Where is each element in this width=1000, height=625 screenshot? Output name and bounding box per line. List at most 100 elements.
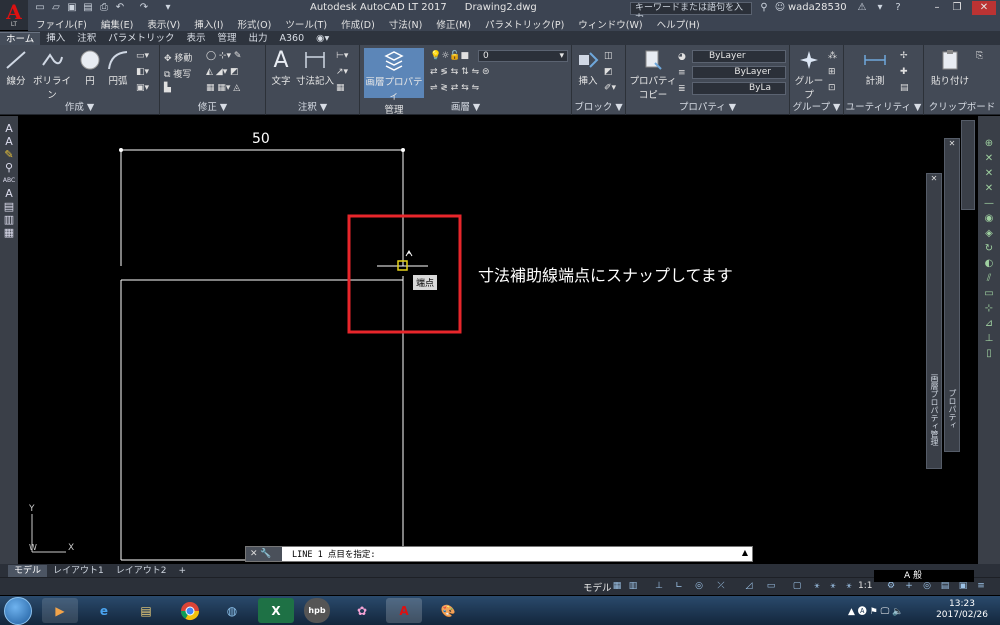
tab-parametric[interactable]: パラメトリック <box>102 32 180 45</box>
line-button[interactable]: 線分 <box>4 49 28 87</box>
menu-modify[interactable]: 修正(M) <box>436 17 471 31</box>
circle-button[interactable]: 円 <box>78 49 102 87</box>
clean-screen-icon[interactable]: ▣ <box>958 581 968 592</box>
close-button[interactable]: ✕ <box>972 1 996 15</box>
current-layer-dropdown[interactable]: 0 ▾ <box>478 50 568 62</box>
table-icon[interactable]: ▦ <box>336 83 345 93</box>
tab-view[interactable]: 表示 <box>180 32 211 45</box>
plus-icon[interactable]: + <box>904 581 914 592</box>
user-name[interactable]: wada28530 <box>788 2 847 13</box>
properties-palette[interactable]: ✕ プロパティ <box>944 138 960 452</box>
snap-tool-icon-4[interactable]: ✕ <box>978 181 1000 196</box>
snap-tool-icon-1[interactable]: ⊕ <box>978 136 1000 151</box>
viewcube-palette[interactable] <box>961 120 975 210</box>
autoscale-icon[interactable]: ⚹ <box>828 581 838 592</box>
move-button[interactable]: ✥ 移動 <box>164 51 192 64</box>
menu-edit[interactable]: 編集(E) <box>101 17 133 31</box>
text-button[interactable]: A 文字 <box>268 49 294 88</box>
paste-button[interactable]: 貼り付け <box>930 49 970 87</box>
mirror-icon[interactable]: ◭ ◢▾ ◩ <box>206 67 239 77</box>
snap-mode-icon[interactable]: ▥ <box>628 581 638 592</box>
undo-icon[interactable]: ↶ <box>114 2 126 14</box>
snap-tool-icon-8[interactable]: ↻ <box>978 241 1000 256</box>
paint-app-icon[interactable]: ✿ <box>344 598 380 623</box>
command-line[interactable]: ✕ 🔧 LINE 1 点目を指定: ▲ <box>245 546 753 562</box>
copy-clip-icon[interactable]: ⎘ <box>976 51 983 61</box>
panel-title-properties[interactable]: プロパティ ▼ <box>626 99 789 113</box>
tab-layout1[interactable]: レイアウト1 <box>47 565 110 577</box>
quick-select-icon[interactable]: ✢ <box>900 51 908 61</box>
copy-button[interactable]: ⧉ 複写 <box>164 67 191 80</box>
info-dropdown-icon[interactable]: ▾ <box>874 2 886 14</box>
palette-close-icon[interactable]: ✕ <box>927 174 941 183</box>
open-file-icon[interactable]: ▱ <box>50 2 62 14</box>
autocad-taskbar-icon[interactable]: A <box>386 598 422 623</box>
attribute-icon[interactable]: ✐▾ <box>604 83 616 93</box>
dimension-button[interactable]: 寸法記入 <box>296 49 334 87</box>
create-block-icon[interactable]: ◫ <box>604 51 613 61</box>
text-style-2-icon[interactable]: A <box>0 135 18 148</box>
hpb-icon[interactable]: hpb <box>304 598 330 623</box>
layer-tool-icon[interactable]: ▦ <box>0 226 18 239</box>
menu-file[interactable]: ファイル(F) <box>36 17 87 31</box>
group-select-icon[interactable]: ⊡ <box>828 83 836 93</box>
add-layout-button[interactable]: + <box>172 565 192 577</box>
text-edit-icon[interactable]: A <box>0 187 18 200</box>
panel-title-annotation[interactable]: 注釈 ▼ <box>266 99 359 113</box>
rectangle-icon[interactable]: ▭▾ <box>136 51 149 61</box>
osnap-tracking-icon[interactable]: ⤫ <box>716 581 726 592</box>
panel-title-clipboard[interactable]: クリップボード <box>924 99 1000 113</box>
hatch-icon[interactable]: ◧▾ <box>136 67 149 77</box>
panel-title-modify[interactable]: 修正 ▼ <box>160 99 265 113</box>
menu-draw[interactable]: 作成(D) <box>341 17 375 31</box>
ribbon-toggle-icon[interactable]: ◉▾ <box>310 32 335 45</box>
snap-tool-icon-11[interactable]: ▭ <box>978 286 1000 301</box>
file-explorer-icon[interactable]: ▤ <box>128 598 164 623</box>
drawing-canvas[interactable] <box>18 116 975 564</box>
excel-icon[interactable]: X <box>258 598 294 623</box>
point-icon[interactable]: ✚ <box>900 67 908 77</box>
layer-properties-button[interactable]: 画層プロパティ 管理 <box>364 48 424 116</box>
panel-title-layers[interactable]: 画層 ▼ <box>360 99 571 113</box>
tab-layout2[interactable]: レイアウト2 <box>110 565 173 577</box>
ime-toolbar[interactable]: A 般 <box>874 570 974 582</box>
panel-title-groups[interactable]: グループ ▼ <box>790 99 843 113</box>
snap-tool-icon-12[interactable]: ⊹ <box>978 301 1000 316</box>
lineweight-display-icon[interactable]: ▭ <box>766 581 776 592</box>
region-icon[interactable]: ▣▾ <box>136 83 149 93</box>
menu-view[interactable]: 表示(V) <box>147 17 180 31</box>
tab-output[interactable]: 出力 <box>243 32 274 45</box>
media-player-icon[interactable]: ▶ <box>42 598 78 623</box>
menu-insert[interactable]: 挿入(I) <box>194 17 223 31</box>
keyword-search-input[interactable]: キーワードまたは語句を入力 <box>630 2 752 24</box>
maximize-button[interactable]: ❐ <box>950 1 964 15</box>
save-as-icon[interactable]: ▤ <box>82 2 94 14</box>
user-icon[interactable]: ☺ <box>774 2 786 14</box>
snap-tool-icon-10[interactable]: ⫽ <box>978 271 1000 286</box>
tab-a360[interactable]: A360 <box>274 32 311 45</box>
help-icon[interactable]: ? <box>892 2 904 14</box>
tab-model[interactable]: モデル <box>8 564 48 577</box>
snap-tool-icon-6[interactable]: ◉ <box>978 211 1000 226</box>
ortho-icon[interactable]: ⊥ <box>654 581 664 592</box>
pencil-icon[interactable]: ✎ <box>0 148 18 161</box>
edit-block-icon[interactable]: ◩ <box>604 67 613 77</box>
lineweight-dropdown[interactable]: ByLa <box>692 82 786 95</box>
tab-annotate[interactable]: 注釈 <box>71 32 102 45</box>
minimize-button[interactable]: – <box>930 1 944 15</box>
thunderbird-icon[interactable]: ◍ <box>214 598 250 623</box>
layer-properties-palette[interactable]: ✕ 画層プロパティ管理 <box>926 173 942 469</box>
system-tray-icons[interactable]: ▲ 🅐 ⚑ 🖵 🔈 <box>848 604 903 617</box>
internet-explorer-icon[interactable]: e <box>86 598 122 623</box>
scale-icon[interactable]: ▦ ▦▾ ◬ <box>206 83 240 93</box>
binoculars-icon[interactable]: ⚲ <box>758 2 770 14</box>
text-style-icon[interactable]: A <box>0 122 18 135</box>
menu-tools[interactable]: ツール(T) <box>285 17 327 31</box>
menu-dimension[interactable]: 寸法(N) <box>389 17 423 31</box>
polar-icon[interactable]: ∟ <box>674 581 684 592</box>
print-icon[interactable]: ⎙ <box>98 2 110 14</box>
new-file-icon[interactable]: ▭ <box>34 2 46 14</box>
color-dropdown[interactable]: ByLayer <box>692 50 786 63</box>
menu-parametric[interactable]: パラメトリック(P) <box>485 17 564 31</box>
hardware-accel-icon[interactable]: ▤ <box>940 581 950 592</box>
